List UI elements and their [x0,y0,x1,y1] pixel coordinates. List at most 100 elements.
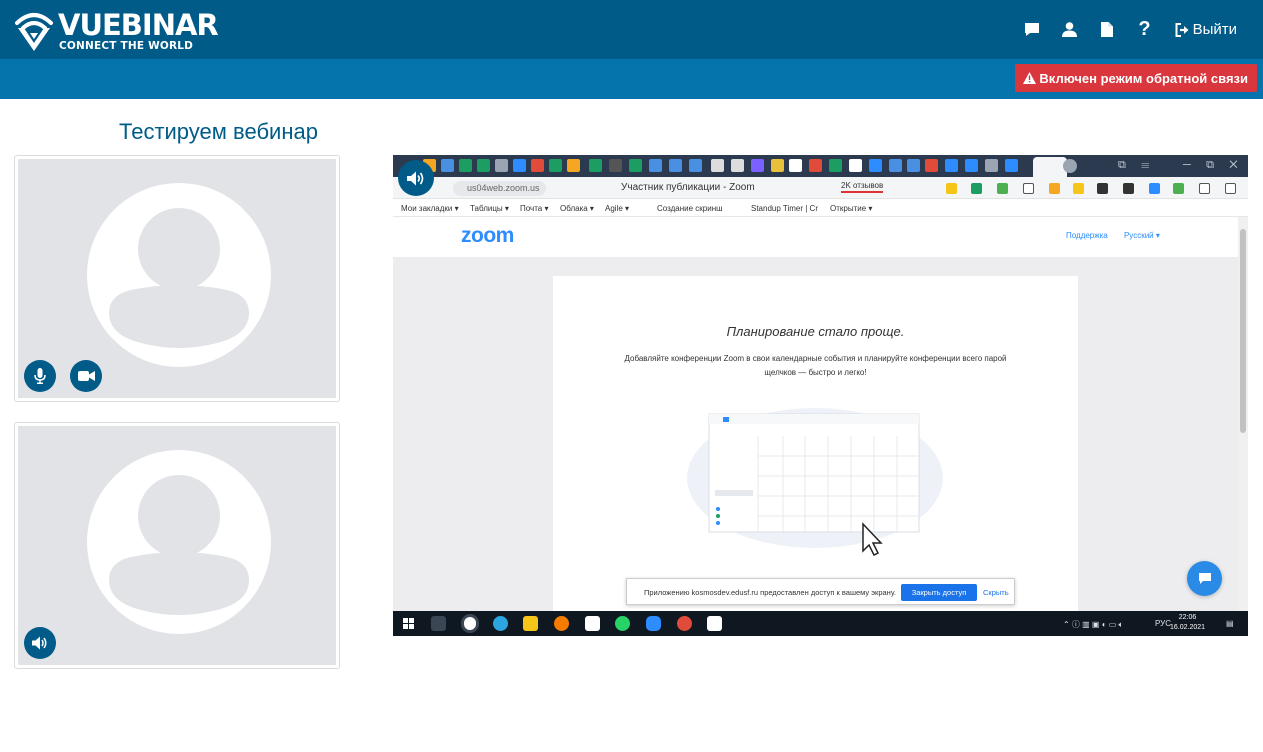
telegram-icon[interactable] [493,616,508,631]
chrome-icon[interactable] [677,616,692,631]
feedback-badge-label: Включен режим обратной связи [1039,70,1248,86]
extension-icon [1097,183,1108,194]
extension-icon [997,183,1008,194]
clock-time: 22:06 [1178,614,1197,621]
input-language[interactable]: РУС [1155,619,1171,628]
extension-icon [946,183,957,194]
download-icon [1225,183,1236,194]
language-select[interactable]: Русский ▾ [1124,231,1160,240]
bookmark-item[interactable]: Открытие ▾ [830,204,872,213]
camera-icon [77,371,95,381]
profile-button[interactable] [1062,0,1078,59]
extension-icon [1173,183,1184,194]
app-icon[interactable] [554,616,569,631]
tab-icon [477,159,490,172]
new-tab-button[interactable] [1063,159,1077,173]
notification-center-icon[interactable]: ▤ [1226,619,1234,628]
yandex-browser-icon[interactable] [461,614,479,633]
bookmark-item[interactable]: Standup Timer | Cr [751,204,821,213]
extension-icon [1149,183,1160,194]
url-field[interactable]: us04web.zoom.us [453,181,546,196]
bookmark-item[interactable]: Облака ▾ [560,204,594,213]
tab-icon [513,159,526,172]
windows-start-icon[interactable] [403,618,414,629]
tab-icon [945,159,958,172]
brand-tagline: CONNECT THE WORLD [59,39,194,52]
sub-header: Включен режим обратной связи [0,59,1263,99]
tab-icon [907,159,920,172]
stop-sharing-button[interactable]: Закрыть доступ [901,584,977,601]
tab-icon [589,159,602,172]
extension-icon [1023,183,1034,194]
notice-text: Приложению kosmosdev.edusf.ru предоставл… [644,588,896,597]
app-icon[interactable] [707,616,722,631]
tab-icon [731,159,744,172]
zoom-page-body: Планирование стало проще. Добавляйте кон… [393,258,1238,616]
tab-icon [985,159,998,172]
scrollbar-thumb[interactable] [1240,229,1246,433]
logo-icon [15,13,53,51]
reviews-badge[interactable]: 2K отзывов [841,181,884,193]
tab-icon [889,159,902,172]
tab-icon [609,159,622,172]
file-explorer-icon[interactable] [523,616,538,631]
chat-fab-button[interactable] [1187,561,1222,596]
system-tray-icons[interactable]: ⌃ ⓘ ▥ ▣ ◐ ▭ 🔈︎ [1063,619,1123,630]
task-view-icon[interactable] [431,616,446,631]
webinar-title: Тестируем вебинар [119,119,318,144]
help-button[interactable]: ? [1138,0,1150,59]
zoom-content-card: Планирование стало проще. Добавляйте кон… [553,276,1078,616]
tab-icon [829,159,842,172]
speaker-button[interactable] [24,627,56,659]
tab-icon [869,159,882,172]
header-nav: ? Выйти [1004,0,1237,59]
bookmark-item[interactable]: Agile ▾ [605,204,629,213]
page-tab-title: Участник публикации - Zoom [621,182,755,193]
tab-icon [771,159,784,172]
logout-button[interactable]: Выйти [1175,21,1237,38]
tab-icon [459,159,472,172]
user-icon [1062,22,1078,37]
avatar-placeholder-icon [87,450,271,634]
brand-logo[interactable]: VUEBINAR CONNECT THE WORLD [14,9,219,53]
zoom-description: Добавляйте конференции Zoom в свои кален… [624,354,1007,377]
feedback-mode-badge: Включен режим обратной связи [1015,64,1257,92]
whatsapp-icon[interactable] [615,616,630,631]
zoom-logo[interactable]: zoom [461,224,514,248]
page-scrollbar[interactable] [1238,217,1248,611]
tab-icon [567,159,580,172]
bookmark-item[interactable]: Таблицы ▾ [470,204,509,213]
window-controls[interactable]: ⧉ ☰ ─ ⧉ ✕ [1118,159,1238,172]
tab-icon [649,159,662,172]
browser-address-bar: us04web.zoom.us Участник публикации - Zo… [393,177,1248,199]
top-header: VUEBINAR CONNECT THE WORLD ? Выйти [0,0,1263,59]
tab-icon [751,159,764,172]
notion-icon[interactable] [585,616,600,631]
zoom-header-links: Поддержка Русский ▾ [1066,231,1174,240]
zoom-site-header: zoom Поддержка Русский ▾ [393,217,1238,258]
screen-share-notice: Приложению kosmosdev.edusf.ru предоставл… [626,578,1015,605]
zoom-app-icon[interactable] [646,616,661,631]
camera-button[interactable] [70,360,102,392]
screen-share-audio-button[interactable] [398,160,434,196]
zoom-heading: Планирование стало проще. [726,324,905,339]
bookmark-item[interactable]: Мои закладки ▾ [401,204,459,213]
browser-tab-strip: ⧉ ☰ ─ ⧉ ✕ [393,155,1248,177]
active-tab[interactable] [1033,157,1067,177]
warning-icon [1023,72,1037,84]
taskbar-clock[interactable]: 22:06 16.02.2021 [1170,613,1205,633]
hide-notice-link[interactable]: Скрыть [983,588,1009,597]
microphone-button[interactable] [24,360,56,392]
chat-icon [1025,23,1040,36]
extension-icon [1199,183,1210,194]
bookmark-item[interactable]: Создание скринш [657,204,725,213]
tab-icon [549,159,562,172]
bookmarks-bar: Мои закладки ▾ Таблицы ▾ Почта ▾ Облака … [393,199,1248,217]
support-link[interactable]: Поддержка [1066,231,1108,240]
calendar-illustration [687,408,943,556]
documents-button[interactable] [1101,0,1114,59]
chat-button[interactable] [1024,0,1040,59]
bookmark-item[interactable]: Почта ▾ [520,204,548,213]
extension-icon [1049,183,1060,194]
screen-share-view[interactable]: ⧉ ☰ ─ ⧉ ✕ us04web.zoom.us Участник публи… [393,155,1248,636]
